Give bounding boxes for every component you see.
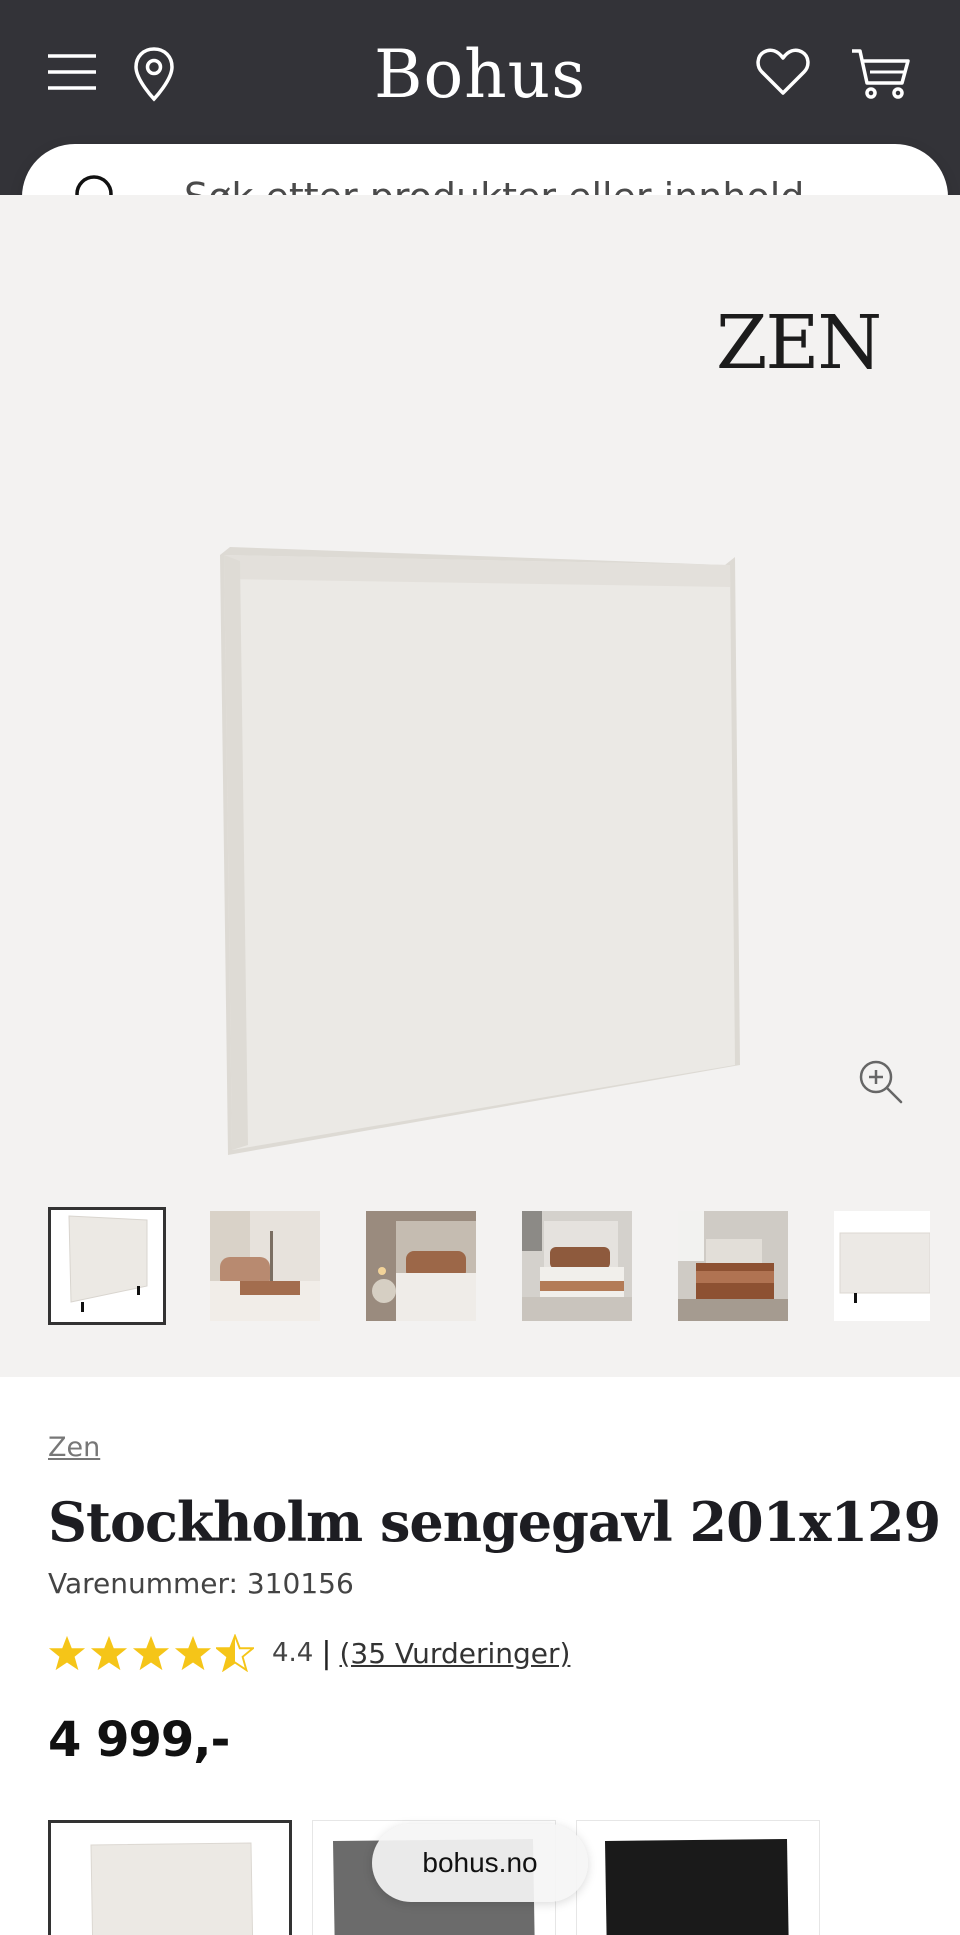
location-pin-icon [134,47,174,102]
star-icon [48,1635,86,1671]
rating-separator: | [321,1635,332,1671]
thumbnail-5[interactable] [678,1211,788,1321]
favorites-button[interactable] [752,44,814,100]
site-logo[interactable]: Bohus [330,38,630,112]
menu-icon [48,54,96,90]
thumbnail-4[interactable] [522,1211,632,1321]
product-rating: 4.4 | (35 Vurderinger) [48,1633,570,1673]
cart-button[interactable] [848,44,914,104]
variant-option-3[interactable] [576,1820,820,1935]
menu-button[interactable] [44,44,100,100]
product-title: Stockholm sengegavl 201x129 [48,1490,941,1554]
thumbnail-6[interactable] [834,1211,930,1321]
heart-icon [756,48,810,95]
half-star-icon [216,1634,254,1672]
thumbnail-2[interactable] [210,1211,320,1321]
browser-url-pill[interactable]: bohus.no [372,1824,588,1902]
thumbnail-3[interactable] [366,1211,476,1321]
product-sku: Varenummer: 310156 [48,1567,354,1600]
thumbnail-1[interactable] [48,1207,166,1325]
cart-icon [852,49,910,99]
product-price: 4 999,- [48,1712,230,1768]
thumbnail-strip [48,1207,960,1329]
rating-value: 4.4 [272,1638,314,1668]
variant-option-1[interactable] [48,1820,292,1935]
star-icon [90,1635,128,1671]
product-image-headboard[interactable] [200,365,760,1265]
star-icon [132,1635,170,1671]
star-rating [48,1634,254,1672]
star-icon [174,1635,212,1671]
zoom-button[interactable] [856,1057,904,1105]
product-gallery[interactable]: ZEN [0,195,960,1377]
zoom-in-icon [859,1060,903,1104]
reviews-link[interactable]: (35 Vurderinger) [339,1637,570,1670]
brand-link[interactable]: Zen [48,1432,100,1463]
store-locator-button[interactable] [126,44,182,104]
